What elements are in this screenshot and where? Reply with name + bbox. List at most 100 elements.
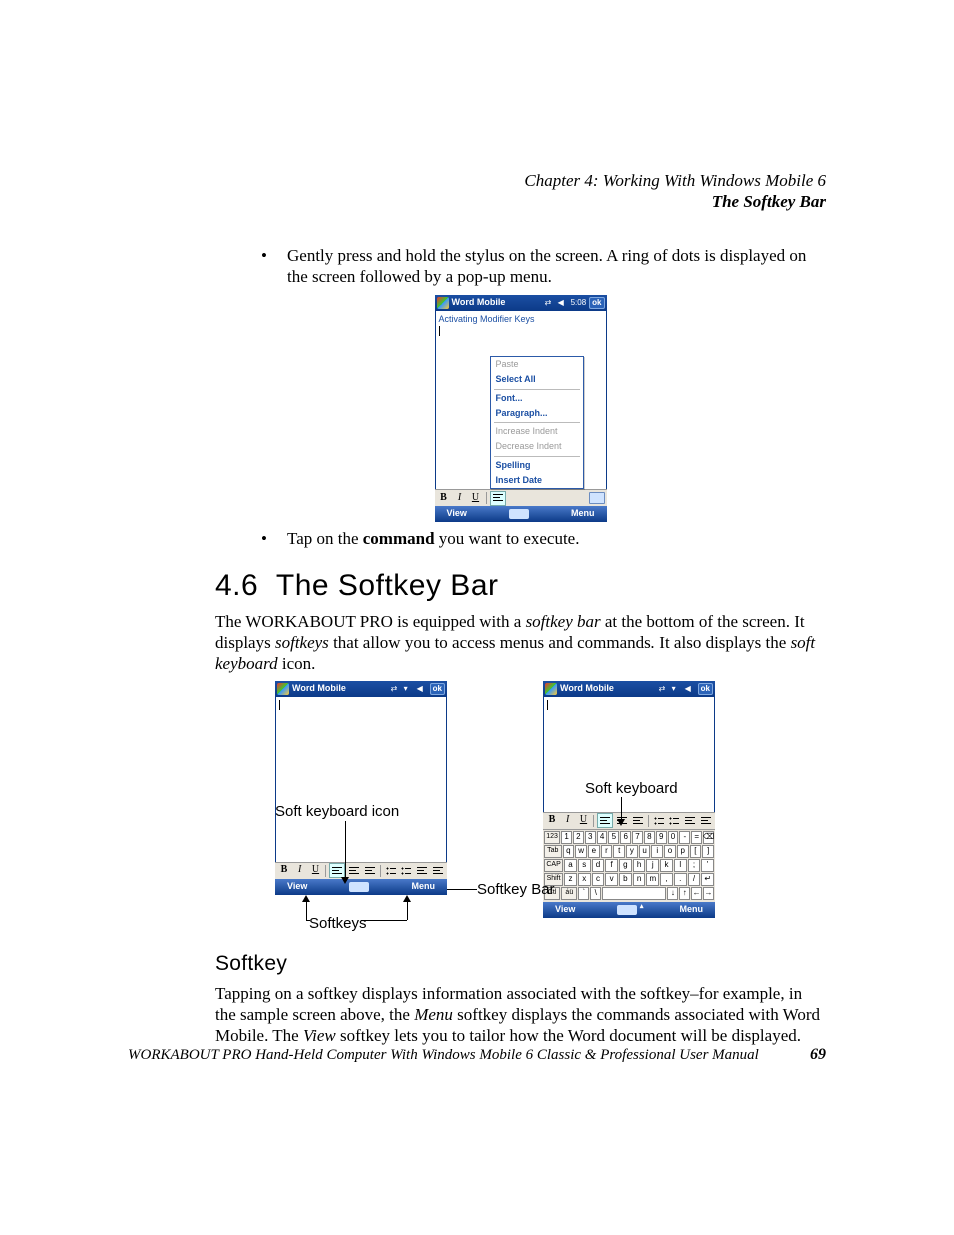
menu-decrease-indent[interactable]: Decrease Indent bbox=[491, 439, 583, 454]
softkey-menu[interactable]: Menu bbox=[411, 881, 435, 892]
bold-button[interactable]: B bbox=[545, 814, 559, 827]
softkey-view[interactable]: View bbox=[555, 904, 575, 915]
key[interactable]: 5 bbox=[608, 831, 619, 844]
outdent-button[interactable] bbox=[415, 864, 429, 877]
key[interactable]: t bbox=[613, 845, 625, 858]
key[interactable]: . bbox=[674, 873, 687, 886]
key-left[interactable]: ← bbox=[691, 887, 702, 900]
key[interactable]: i bbox=[651, 845, 663, 858]
key[interactable]: 4 bbox=[597, 831, 608, 844]
key[interactable]: f bbox=[605, 859, 618, 872]
key[interactable]: 7 bbox=[632, 831, 643, 844]
key-tab[interactable]: Tab bbox=[544, 845, 562, 858]
underline-button[interactable]: U bbox=[309, 864, 323, 877]
key[interactable]: a bbox=[564, 859, 577, 872]
key[interactable]: e bbox=[588, 845, 600, 858]
key[interactable]: o bbox=[664, 845, 676, 858]
key[interactable]: r bbox=[601, 845, 613, 858]
align-button[interactable] bbox=[490, 491, 506, 506]
start-icon[interactable] bbox=[277, 683, 289, 695]
key[interactable]: 6 bbox=[620, 831, 631, 844]
softkey-view[interactable]: View bbox=[447, 508, 467, 519]
key[interactable]: ] bbox=[702, 845, 714, 858]
key[interactable]: c bbox=[592, 873, 605, 886]
key[interactable]: ` bbox=[578, 887, 589, 900]
underline-button[interactable]: U bbox=[469, 492, 483, 505]
key[interactable]: n bbox=[633, 873, 646, 886]
align-right-button[interactable] bbox=[363, 864, 377, 877]
menu-select-all[interactable]: Select All bbox=[491, 372, 583, 387]
bullets-button[interactable] bbox=[384, 864, 398, 877]
menu-spelling[interactable]: Spelling bbox=[491, 458, 583, 473]
italic-button[interactable]: I bbox=[561, 814, 575, 827]
menu-paste[interactable]: Paste bbox=[491, 357, 583, 372]
key[interactable]: [ bbox=[690, 845, 702, 858]
key[interactable]: w bbox=[575, 845, 587, 858]
start-icon[interactable] bbox=[545, 683, 557, 695]
align-left-button[interactable] bbox=[597, 813, 613, 828]
key-up[interactable]: ↑ bbox=[679, 887, 690, 900]
key[interactable]: g bbox=[619, 859, 632, 872]
key[interactable]: k bbox=[660, 859, 673, 872]
bold-button[interactable]: B bbox=[277, 864, 291, 877]
softkey-view[interactable]: View bbox=[287, 881, 307, 892]
menu-paragraph[interactable]: Paragraph... bbox=[491, 406, 583, 421]
key[interactable]: q bbox=[563, 845, 575, 858]
key[interactable]: 1 bbox=[561, 831, 572, 844]
key[interactable]: 2 bbox=[573, 831, 584, 844]
key[interactable]: u bbox=[639, 845, 651, 858]
italic-button[interactable]: I bbox=[453, 492, 467, 505]
underline-button[interactable]: U bbox=[577, 814, 591, 827]
align-right-button[interactable] bbox=[631, 814, 645, 827]
key[interactable]: d bbox=[592, 859, 605, 872]
key-down[interactable]: ↓ bbox=[667, 887, 678, 900]
key[interactable]: l bbox=[674, 859, 687, 872]
key[interactable]: ; bbox=[688, 859, 701, 872]
key[interactable]: \ bbox=[590, 887, 601, 900]
key[interactable]: x bbox=[578, 873, 591, 886]
key[interactable]: , bbox=[660, 873, 673, 886]
key[interactable]: p bbox=[677, 845, 689, 858]
soft-keyboard-icon[interactable] bbox=[349, 882, 369, 892]
numbering-button[interactable] bbox=[400, 864, 414, 877]
key[interactable]: h bbox=[633, 859, 646, 872]
bold-button[interactable]: B bbox=[437, 492, 451, 505]
key[interactable]: b bbox=[619, 873, 632, 886]
menu-insert-date[interactable]: Insert Date bbox=[491, 473, 583, 488]
key[interactable]: / bbox=[688, 873, 701, 886]
key-space[interactable] bbox=[602, 887, 666, 900]
key-123[interactable]: 123 bbox=[544, 831, 560, 844]
keyboard-toggle-icon[interactable] bbox=[589, 492, 605, 504]
onscreen-keyboard[interactable]: 123 1 2 3 4 5 6 7 8 9 0 - = ⌫ bbox=[543, 829, 715, 902]
softkey-menu[interactable]: Menu bbox=[571, 508, 595, 519]
numbering-button[interactable] bbox=[668, 814, 682, 827]
key[interactable]: 9 bbox=[656, 831, 667, 844]
ok-button[interactable]: ok bbox=[430, 683, 445, 695]
start-icon[interactable] bbox=[437, 297, 449, 309]
key-cap[interactable]: CAP bbox=[544, 859, 563, 872]
key-accent[interactable]: áü bbox=[561, 887, 577, 900]
key-enter[interactable]: ↵ bbox=[701, 873, 714, 886]
key[interactable]: y bbox=[626, 845, 638, 858]
align-center-button[interactable] bbox=[347, 864, 361, 877]
key[interactable]: - bbox=[679, 831, 690, 844]
softkey-menu[interactable]: Menu bbox=[679, 904, 703, 915]
key[interactable]: 3 bbox=[585, 831, 596, 844]
key[interactable]: z bbox=[564, 873, 577, 886]
key-backspace[interactable]: ⌫ bbox=[703, 831, 714, 844]
key-right[interactable]: → bbox=[703, 887, 714, 900]
ok-button[interactable]: ok bbox=[698, 683, 713, 695]
italic-button[interactable]: I bbox=[293, 864, 307, 877]
key[interactable]: v bbox=[605, 873, 618, 886]
indent-button[interactable] bbox=[431, 864, 445, 877]
key[interactable]: j bbox=[646, 859, 659, 872]
key[interactable]: = bbox=[691, 831, 702, 844]
ok-button[interactable]: ok bbox=[589, 297, 604, 309]
menu-font[interactable]: Font... bbox=[491, 391, 583, 406]
indent-button[interactable] bbox=[699, 814, 713, 827]
bullets-button[interactable] bbox=[652, 814, 666, 827]
key[interactable]: m bbox=[646, 873, 659, 886]
soft-keyboard-icon[interactable] bbox=[509, 509, 529, 519]
key[interactable]: 0 bbox=[668, 831, 679, 844]
key[interactable]: ' bbox=[701, 859, 714, 872]
